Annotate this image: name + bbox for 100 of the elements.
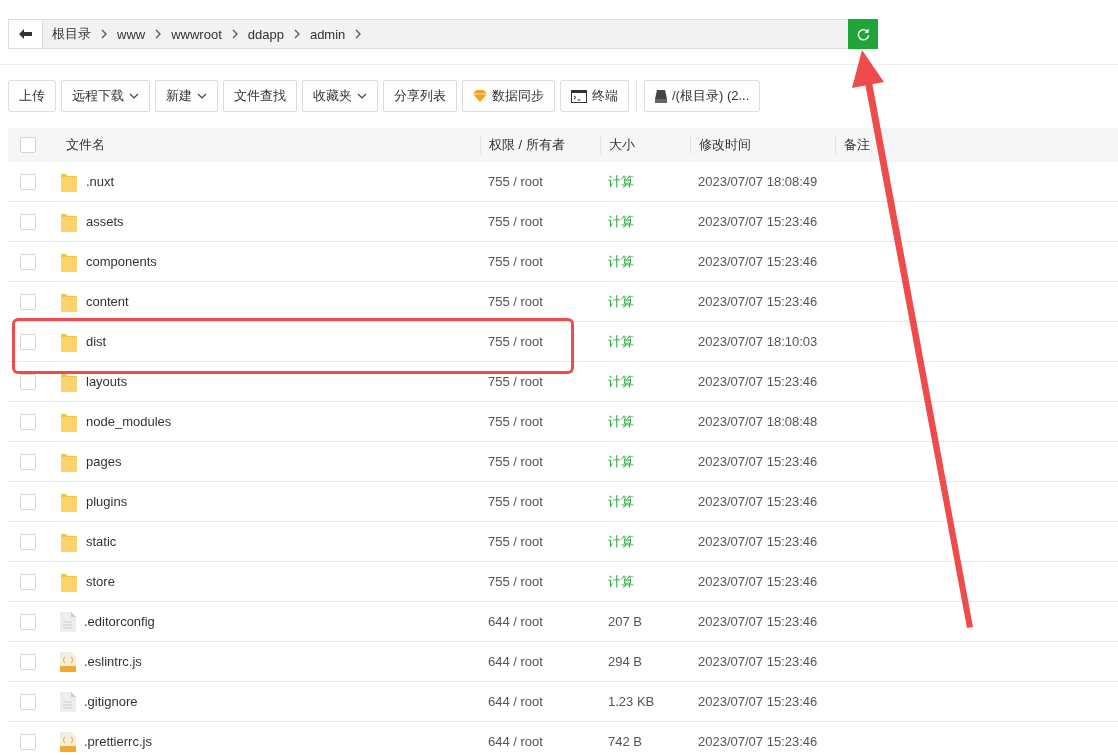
column-header: 文件名 (65, 136, 106, 154)
permission-text: 755 / root (487, 574, 543, 589)
column-header: 权限 / 所有者 (480, 136, 600, 154)
modified-time: 2023/07/07 15:23:46 (697, 294, 818, 309)
toolbar-button[interactable]: 远程下载 (61, 80, 150, 112)
breadcrumb-link[interactable]: ddapp (247, 26, 284, 42)
caret-icon (357, 93, 367, 99)
column-header: 修改时间 (690, 136, 835, 154)
breadcrumb-link[interactable]: 根目录 (52, 25, 91, 43)
file-name[interactable]: static (86, 534, 117, 549)
checkbox[interactable] (20, 253, 36, 270)
permission-text: 755 / root (487, 334, 543, 349)
chevron-icon (355, 29, 362, 39)
size-text: 294 B (607, 654, 642, 669)
file-name[interactable]: store (86, 574, 115, 589)
toolbar-button[interactable]: 文件查找 (223, 80, 297, 112)
toolbar-button[interactable]: 终端 (560, 80, 629, 112)
checkbox[interactable] (20, 533, 36, 550)
toolbar-button[interactable]: 分享列表 (383, 80, 457, 112)
permission-text: 755 / root (487, 414, 543, 429)
permission-text: 755 / root (487, 294, 543, 309)
back-arrow-icon (19, 29, 32, 39)
modified-time: 2023/07/07 18:08:48 (697, 414, 818, 429)
checkbox[interactable] (20, 213, 36, 230)
file-name[interactable]: .gitignore (84, 694, 138, 709)
modified-time: 2023/07/07 15:23:46 (697, 254, 818, 269)
size-text: 207 B (607, 614, 642, 629)
chevron-icon (101, 29, 107, 39)
file-name[interactable]: .nuxt (86, 174, 115, 189)
caret-icon (129, 93, 139, 99)
file-name[interactable]: .eslintrc.js (84, 654, 142, 669)
permission-text: 755 / root (487, 214, 543, 229)
permission-text: 755 / root (487, 534, 543, 549)
column-header: 大小 (600, 136, 690, 154)
permission-text: 755 / root (487, 254, 543, 269)
file-name[interactable]: layouts (86, 374, 128, 389)
permission-text: 644 / root (487, 734, 543, 749)
toolbar-button[interactable]: /(根目录) (2... (644, 80, 761, 112)
permission-text: 755 / root (487, 454, 543, 469)
permission-text: 644 / root (487, 614, 543, 629)
modified-time: 2023/07/07 15:23:46 (697, 494, 818, 509)
file-name[interactable]: .editorconfig (84, 614, 155, 629)
chevron-icon (155, 29, 162, 39)
checkbox[interactable] (20, 413, 36, 430)
size-text: 742 B (607, 734, 642, 749)
chevron-icon (293, 29, 300, 39)
checkbox[interactable] (20, 693, 36, 710)
checkbox[interactable] (20, 613, 36, 630)
checkbox[interactable] (20, 333, 36, 350)
chevron-icon (231, 29, 238, 39)
checkbox[interactable] (20, 293, 36, 310)
breadcrumb-link[interactable]: admin (309, 26, 346, 42)
disk-icon (655, 89, 667, 103)
js-file-icon (60, 731, 76, 752)
modified-time: 2023/07/07 15:23:46 (697, 614, 818, 629)
checkbox[interactable] (20, 453, 36, 470)
checkbox[interactable] (20, 733, 36, 750)
modified-time: 2023/07/07 15:23:46 (697, 694, 818, 709)
modified-time: 2023/07/07 18:08:49 (697, 174, 818, 189)
modified-time: 2023/07/07 15:23:46 (697, 654, 818, 669)
checkbox[interactable] (20, 137, 36, 153)
terminal-icon (571, 89, 587, 103)
permission-text: 644 / root (487, 654, 543, 669)
toolbar-button[interactable]: 收藏夹 (302, 80, 378, 112)
breadcrumb-link[interactable]: wwwroot (171, 26, 222, 42)
file-name[interactable]: pages (86, 454, 122, 469)
modified-time: 2023/07/07 15:23:46 (697, 374, 818, 389)
document-icon (60, 691, 76, 712)
caret-icon (197, 93, 207, 99)
file-name[interactable]: dist (86, 334, 107, 349)
permission-text: 755 / root (487, 374, 543, 389)
modified-time: 2023/07/07 15:23:46 (697, 454, 818, 469)
checkbox[interactable] (20, 493, 36, 510)
size-text: 1.23 KB (607, 694, 655, 709)
permission-text: 755 / root (487, 174, 543, 189)
permission-text: 644 / root (487, 694, 543, 709)
file-name[interactable]: assets (86, 214, 124, 229)
file-name[interactable]: .prettierrc.js (84, 734, 152, 749)
modified-time: 2023/07/07 18:10:03 (697, 334, 818, 349)
modified-time: 2023/07/07 15:23:46 (697, 534, 818, 549)
permission-text: 755 / root (487, 494, 543, 509)
checkbox[interactable] (20, 653, 36, 670)
gem-icon (473, 90, 487, 102)
file-name[interactable]: components (86, 254, 157, 269)
js-file-icon (60, 651, 76, 672)
refresh-icon (856, 27, 870, 41)
toolbar-button[interactable]: 新建 (155, 80, 218, 112)
refresh-button[interactable] (848, 19, 878, 49)
modified-time: 2023/07/07 15:23:46 (697, 214, 818, 229)
toolbar-button[interactable]: 上传 (8, 80, 56, 112)
file-name[interactable]: plugins (86, 494, 128, 509)
document-icon (60, 611, 76, 632)
modified-time: 2023/07/07 15:23:46 (697, 734, 818, 749)
checkbox[interactable] (20, 573, 36, 590)
toolbar-button[interactable]: 数据同步 (462, 80, 555, 112)
file-name[interactable]: content (86, 294, 129, 309)
checkbox[interactable] (20, 173, 36, 190)
breadcrumb-link[interactable]: www (117, 26, 146, 42)
back-button[interactable] (9, 20, 43, 48)
file-name[interactable]: node_modules (86, 414, 172, 429)
